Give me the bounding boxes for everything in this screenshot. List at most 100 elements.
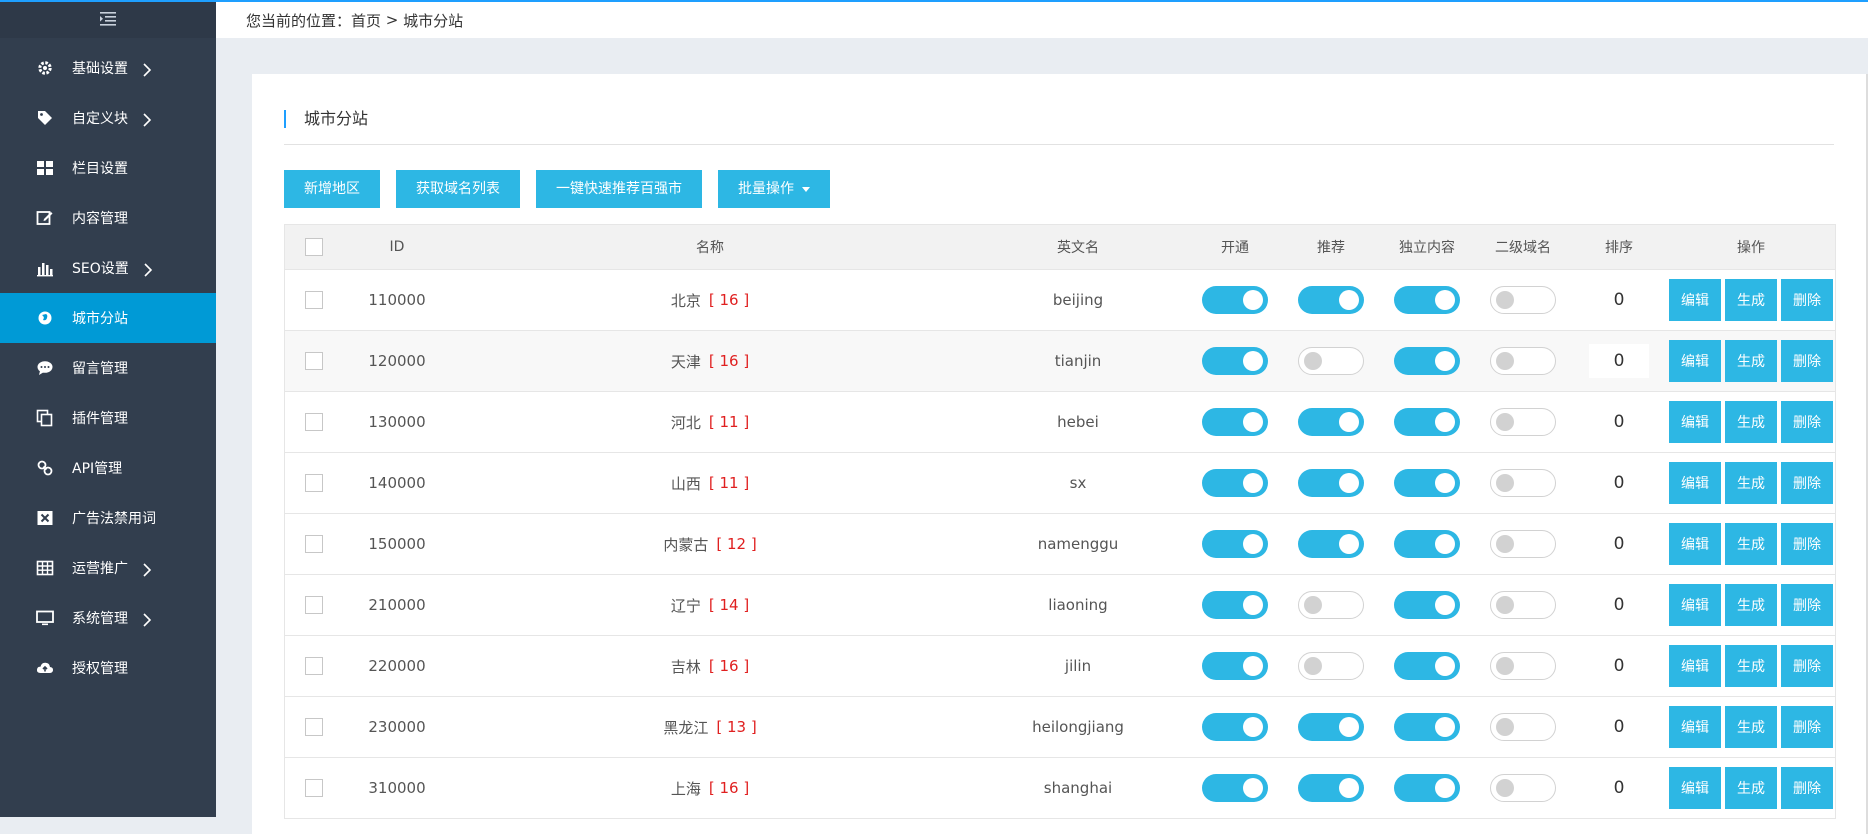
recommend-top-cities-button[interactable]: 一键快速推荐百强市 [536,170,702,208]
generate-button[interactable]: 生成 [1725,584,1777,626]
independent-toggle[interactable] [1394,286,1460,314]
sidebar-item-12[interactable]: 授权管理 [0,643,216,693]
delete-button[interactable]: 删除 [1781,523,1833,565]
sidebar-toggle-button[interactable] [0,0,216,38]
select-all-checkbox[interactable] [305,238,323,256]
edit-button[interactable]: 编辑 [1669,584,1721,626]
recommend-toggle[interactable] [1298,469,1364,497]
edit-button[interactable]: 编辑 [1669,401,1721,443]
generate-button[interactable]: 生成 [1725,523,1777,565]
subdomain-toggle[interactable] [1490,774,1556,802]
independent-toggle[interactable] [1394,774,1460,802]
add-region-button[interactable]: 新增地区 [284,170,380,208]
subdomain-toggle[interactable] [1490,286,1556,314]
independent-toggle[interactable] [1394,530,1460,558]
row-checkbox[interactable] [305,352,323,370]
open-toggle[interactable] [1202,713,1268,741]
generate-button[interactable]: 生成 [1725,645,1777,687]
open-toggle[interactable] [1202,408,1268,436]
recommend-toggle[interactable] [1298,530,1364,558]
sort-input[interactable]: 0 [1589,344,1649,378]
independent-toggle[interactable] [1394,469,1460,497]
sort-input[interactable]: 0 [1589,771,1649,805]
open-toggle[interactable] [1202,469,1268,497]
sidebar-item-3[interactable]: 内容管理 [0,193,216,243]
sidebar-item-1[interactable]: 自定义块 [0,93,216,143]
sidebar-item-9[interactable]: 广告法禁用词 [0,493,216,543]
subdomain-toggle[interactable] [1490,713,1556,741]
sort-input[interactable]: 0 [1589,588,1649,622]
sidebar-item-4[interactable]: SEO设置 [0,243,216,293]
delete-button[interactable]: 删除 [1781,462,1833,504]
batch-actions-dropdown[interactable]: 批量操作 [718,170,830,208]
sidebar-item-6[interactable]: 留言管理 [0,343,216,393]
recommend-toggle[interactable] [1298,591,1364,619]
independent-toggle[interactable] [1394,408,1460,436]
delete-button[interactable]: 删除 [1781,584,1833,626]
open-toggle[interactable] [1202,530,1268,558]
sidebar-item-2[interactable]: 栏目设置 [0,143,216,193]
generate-button[interactable]: 生成 [1725,767,1777,809]
sort-input[interactable]: 0 [1589,527,1649,561]
edit-button[interactable]: 编辑 [1669,462,1721,504]
sort-input[interactable]: 0 [1589,466,1649,500]
sort-input[interactable]: 0 [1589,283,1649,317]
fetch-domain-list-button[interactable]: 获取域名列表 [396,170,520,208]
open-toggle[interactable] [1202,286,1268,314]
generate-button[interactable]: 生成 [1725,401,1777,443]
open-toggle[interactable] [1202,774,1268,802]
edit-button[interactable]: 编辑 [1669,767,1721,809]
sidebar-item-8[interactable]: API管理 [0,443,216,493]
recommend-toggle[interactable] [1298,774,1364,802]
generate-button[interactable]: 生成 [1725,706,1777,748]
sort-input[interactable]: 0 [1589,649,1649,683]
independent-toggle[interactable] [1394,347,1460,375]
recommend-toggle[interactable] [1298,652,1364,680]
delete-button[interactable]: 删除 [1781,645,1833,687]
open-toggle[interactable] [1202,347,1268,375]
sidebar-item-0[interactable]: 基础设置 [0,43,216,93]
edit-button[interactable]: 编辑 [1669,523,1721,565]
generate-button[interactable]: 生成 [1725,340,1777,382]
subdomain-toggle[interactable] [1490,347,1556,375]
row-checkbox[interactable] [305,657,323,675]
subdomain-toggle[interactable] [1490,652,1556,680]
row-checkbox[interactable] [305,596,323,614]
recommend-toggle[interactable] [1298,408,1364,436]
row-checkbox[interactable] [305,291,323,309]
recommend-toggle[interactable] [1298,286,1364,314]
subdomain-toggle[interactable] [1490,469,1556,497]
recommend-toggle[interactable] [1298,713,1364,741]
breadcrumb-home-link[interactable]: 首页 [351,10,381,31]
generate-button[interactable]: 生成 [1725,279,1777,321]
delete-button[interactable]: 删除 [1781,706,1833,748]
sidebar-item-7[interactable]: 插件管理 [0,393,216,443]
edit-button[interactable]: 编辑 [1669,340,1721,382]
sidebar-item-5[interactable]: 城市分站 [0,293,216,343]
sort-input[interactable]: 0 [1589,405,1649,439]
open-toggle[interactable] [1202,652,1268,680]
independent-toggle[interactable] [1394,652,1460,680]
subdomain-toggle[interactable] [1490,530,1556,558]
sidebar-item-11[interactable]: 系统管理 [0,593,216,643]
sidebar-item-10[interactable]: 运营推广 [0,543,216,593]
edit-button[interactable]: 编辑 [1669,645,1721,687]
edit-button[interactable]: 编辑 [1669,706,1721,748]
delete-button[interactable]: 删除 [1781,279,1833,321]
open-toggle[interactable] [1202,591,1268,619]
subdomain-toggle[interactable] [1490,408,1556,436]
subdomain-toggle[interactable] [1490,591,1556,619]
generate-button[interactable]: 生成 [1725,462,1777,504]
sort-input[interactable]: 0 [1589,710,1649,744]
delete-button[interactable]: 删除 [1781,401,1833,443]
independent-toggle[interactable] [1394,591,1460,619]
recommend-toggle[interactable] [1298,347,1364,375]
delete-button[interactable]: 删除 [1781,340,1833,382]
row-checkbox[interactable] [305,474,323,492]
row-checkbox[interactable] [305,779,323,797]
row-checkbox[interactable] [305,718,323,736]
row-checkbox[interactable] [305,535,323,553]
row-checkbox[interactable] [305,413,323,431]
delete-button[interactable]: 删除 [1781,767,1833,809]
independent-toggle[interactable] [1394,713,1460,741]
